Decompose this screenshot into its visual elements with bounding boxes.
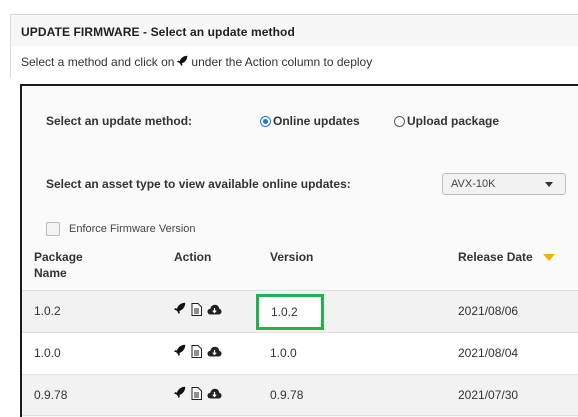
action-cell	[174, 344, 227, 359]
title-bar: UPDATE FIRMWARE - Select an update metho…	[10, 14, 578, 46]
column-header-action: Action	[174, 250, 212, 264]
table-header: Package Name Action Version Release Date	[34, 244, 578, 290]
asset-type-select[interactable]: AVX-10K	[442, 173, 566, 195]
enforce-firmware-label: Enforce Firmware Version	[69, 223, 196, 235]
version-cell: 1.0.2	[271, 305, 298, 319]
instructions-text-after: under the Action column to deploy	[191, 55, 373, 69]
package-name-cell: 1.0.2	[34, 304, 61, 318]
rocket-icon[interactable]	[174, 386, 186, 401]
cloud-icon[interactable]	[207, 346, 222, 357]
document-icon[interactable]	[191, 345, 202, 358]
release-date-cell: 2021/07/30	[458, 388, 519, 402]
rocket-icon	[177, 55, 188, 69]
chevron-down-icon	[545, 182, 553, 187]
rocket-icon[interactable]	[174, 344, 186, 359]
enforce-firmware-checkbox[interactable]	[46, 222, 60, 236]
radio-online-updates[interactable]: Online updates	[260, 114, 360, 128]
document-icon[interactable]	[191, 387, 202, 400]
cloud-icon[interactable]	[207, 304, 222, 315]
rocket-icon[interactable]	[174, 302, 186, 317]
version-cell: 1.0.0	[270, 346, 297, 360]
update-method-label: Select an update method:	[46, 114, 193, 128]
sort-desc-icon[interactable]	[542, 253, 555, 261]
version-highlight-box: 1.0.2	[256, 294, 324, 330]
package-name-cell: 1.0.0	[34, 346, 61, 360]
instructions-text-before: Select a method and click on	[21, 55, 175, 69]
release-date-cell: 2021/08/06	[458, 304, 519, 318]
document-icon[interactable]	[191, 303, 202, 316]
table-row: 0.9.78 0.9.78 2021/07/30	[22, 374, 578, 416]
update-firmware-page: UPDATE FIRMWARE - Select an update metho…	[0, 0, 578, 417]
radio-upload-package-circle[interactable]	[394, 115, 405, 127]
enforce-firmware-row[interactable]: Enforce Firmware Version	[46, 222, 196, 236]
update-panel: Select an update method: Online updates …	[20, 84, 578, 417]
column-header-package-name[interactable]: Package Name	[34, 249, 114, 281]
column-header-version[interactable]: Version	[270, 249, 313, 265]
firmware-table-body: 1.0.2 1.0.2 2021/08/06 1.0.0 1.0.0 2021/…	[22, 290, 578, 416]
radio-upload-package[interactable]: Upload package	[394, 114, 499, 128]
action-cell	[174, 302, 227, 317]
table-row: 1.0.2 1.0.2 2021/08/06	[22, 290, 578, 332]
radio-online-updates-circle[interactable]	[260, 115, 271, 127]
package-name-cell: 0.9.78	[34, 388, 68, 402]
radio-upload-package-label[interactable]: Upload package	[407, 114, 499, 128]
radio-online-updates-label[interactable]: Online updates	[273, 114, 360, 128]
release-date-cell: 2021/08/04	[458, 346, 519, 360]
action-cell	[174, 386, 227, 401]
instructions-row: Select a method and click on under the A…	[10, 46, 578, 78]
column-header-release-date[interactable]: Release Date	[458, 249, 555, 265]
column-header-release-date-label[interactable]: Release Date	[458, 249, 533, 265]
page-title: UPDATE FIRMWARE - Select an update metho…	[21, 25, 295, 39]
table-row: 1.0.0 1.0.0 2021/08/04	[22, 332, 578, 374]
asset-type-label: Select an asset type to view available o…	[46, 177, 351, 191]
asset-type-value: AVX-10K	[451, 178, 496, 190]
version-cell: 0.9.78	[270, 388, 304, 402]
cloud-icon[interactable]	[207, 388, 222, 399]
instructions: Select a method and click on under the A…	[21, 55, 372, 69]
